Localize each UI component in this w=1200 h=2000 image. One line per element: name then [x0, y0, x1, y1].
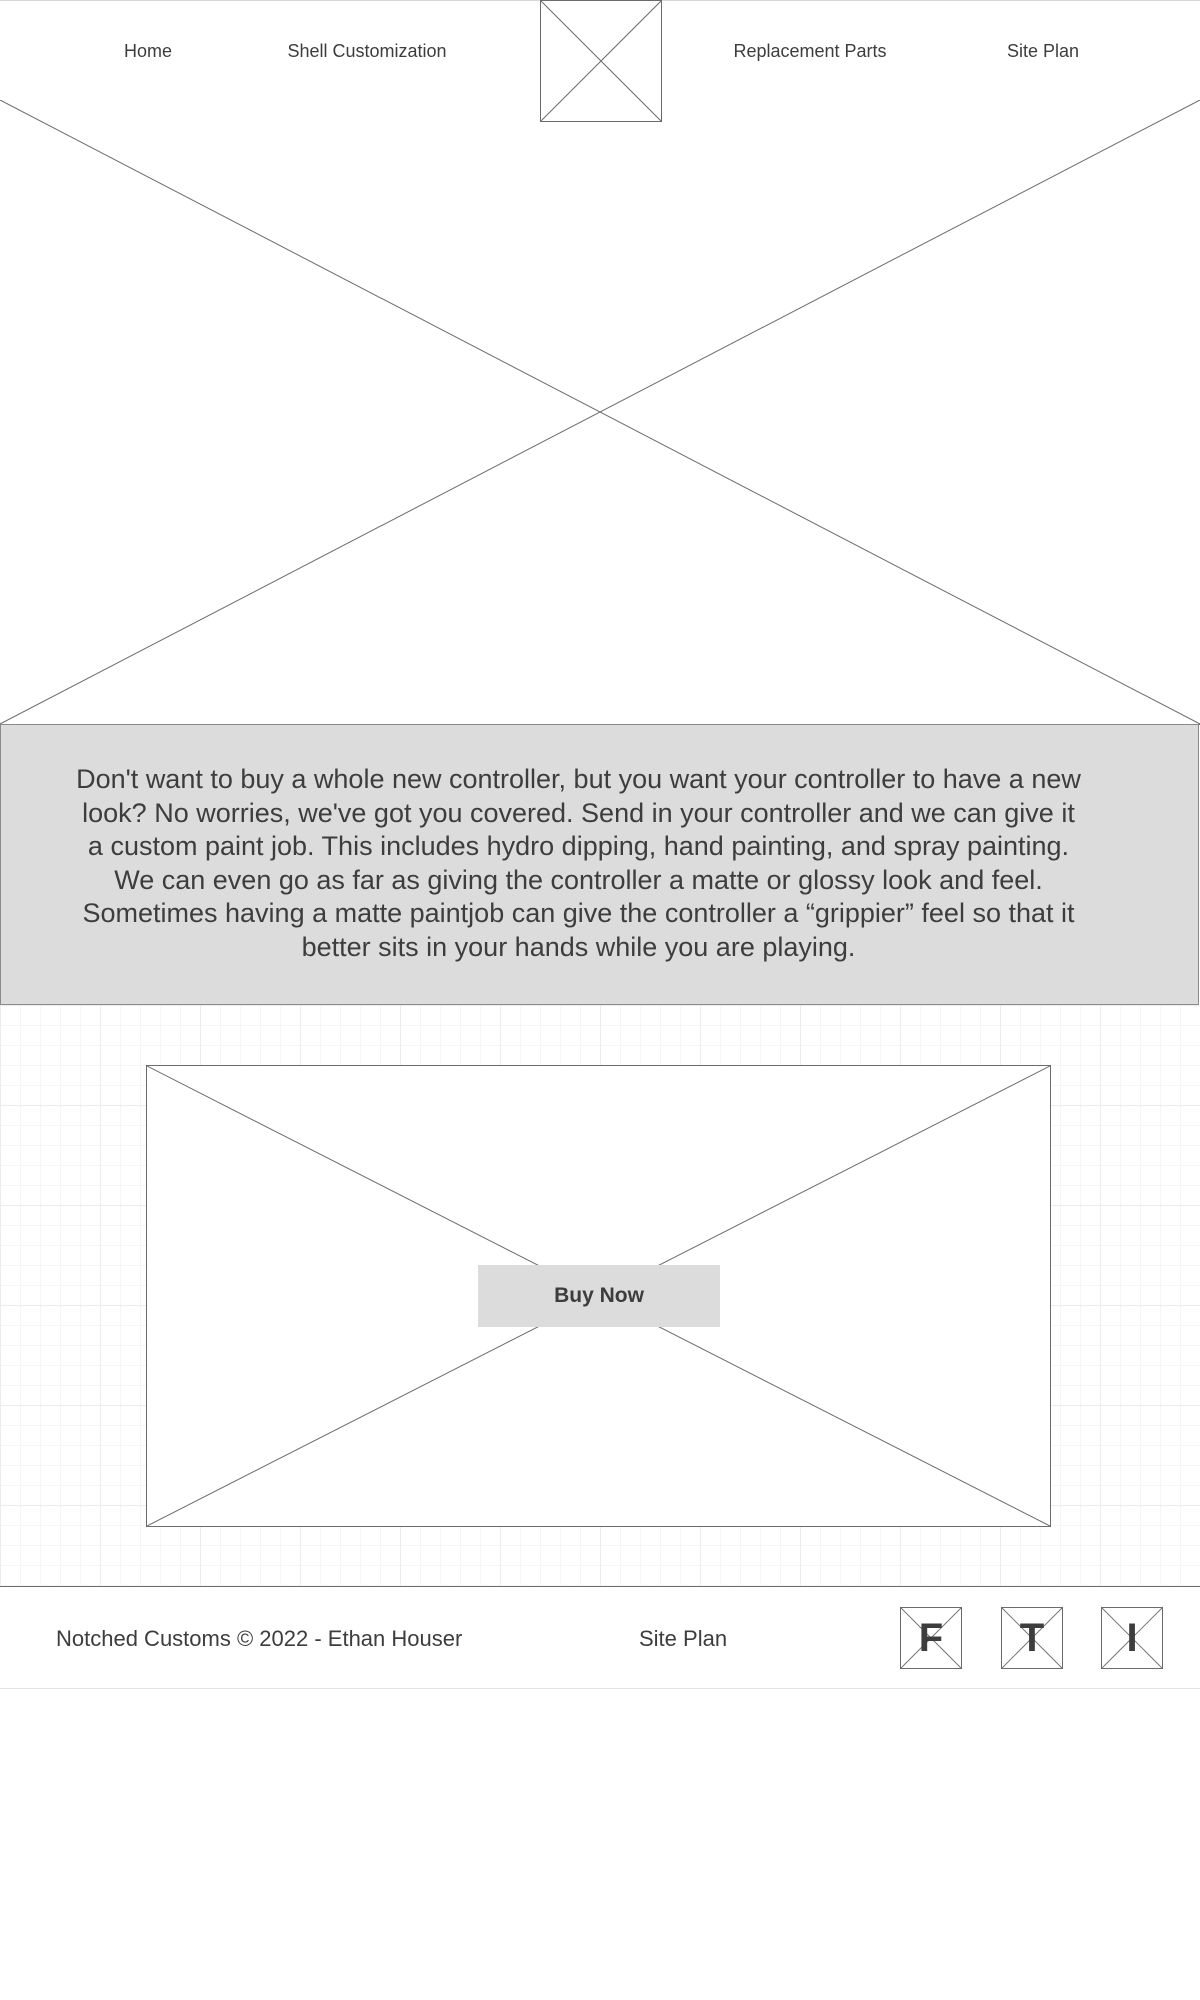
facebook-icon[interactable]: F: [900, 1607, 962, 1669]
nav-home[interactable]: Home: [124, 41, 172, 62]
twitter-letter: T: [1019, 1615, 1045, 1660]
footer-site-plan-link[interactable]: Site Plan: [639, 1626, 727, 1652]
facebook-letter: F: [918, 1615, 944, 1660]
instagram-letter: I: [1126, 1615, 1138, 1660]
nav-replacement-parts[interactable]: Replacement Parts: [733, 41, 886, 62]
nav-shell-customization[interactable]: Shell Customization: [287, 41, 446, 62]
nav-site-plan[interactable]: Site Plan: [1007, 41, 1079, 62]
logo-placeholder[interactable]: [540, 0, 662, 122]
copyright-text: Notched Customs © 2022 - Ethan Houser: [56, 1626, 463, 1651]
intro-section: Don't want to buy a whole new controller…: [0, 724, 1199, 1005]
instagram-icon[interactable]: I: [1101, 1607, 1163, 1669]
buy-now-button[interactable]: Buy Now: [478, 1265, 720, 1327]
footer-bottom-edge: [0, 1688, 1200, 1689]
hero-image-placeholder: [0, 100, 1200, 725]
twitter-icon[interactable]: T: [1001, 1607, 1063, 1669]
intro-paragraph: Don't want to buy a whole new controller…: [76, 764, 1081, 962]
footer: Notched Customs © 2022 - Ethan Houser Si…: [0, 1587, 1200, 1688]
